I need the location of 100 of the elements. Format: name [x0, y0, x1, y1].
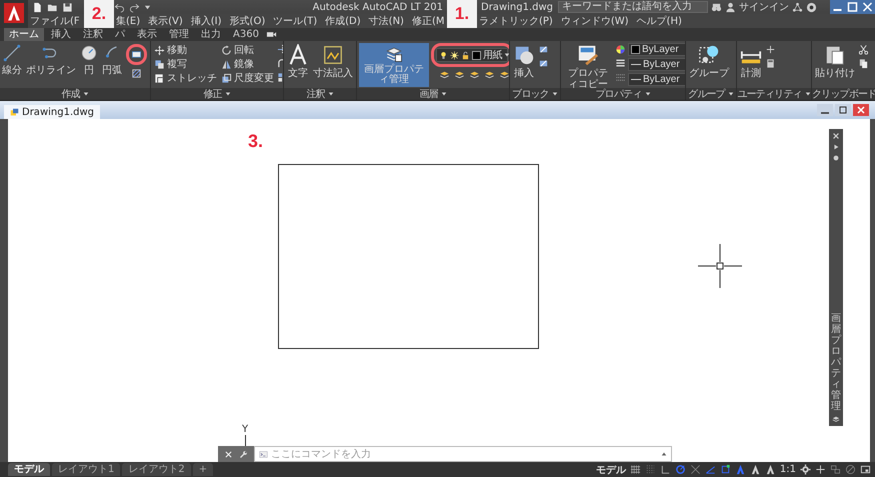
document-tab[interactable]: Drawing1.dwg — [4, 105, 100, 119]
measure-button[interactable]: 計測 — [739, 43, 763, 80]
plus-icon[interactable] — [815, 464, 826, 475]
tool-button[interactable]: 文字 — [286, 43, 310, 80]
lineweight-icon[interactable] — [615, 58, 626, 69]
tool-button[interactable]: ストレッチ — [153, 71, 218, 85]
restore-icon[interactable] — [845, 1, 860, 13]
caret-icon[interactable] — [440, 91, 447, 97]
menu-item[interactable]: 修正(M — [410, 14, 446, 28]
tool-button[interactable]: 円弧 — [102, 43, 122, 77]
tool-button[interactable]: 鏡像 — [220, 57, 275, 71]
caret-icon[interactable] — [644, 91, 650, 97]
video-icon[interactable] — [266, 29, 277, 40]
fullscreen-icon[interactable] — [860, 464, 871, 475]
layout-tab[interactable]: モデル — [8, 463, 50, 476]
restore-icon[interactable] — [835, 104, 851, 116]
grid-icon[interactable] — [630, 464, 641, 475]
block-icon[interactable] — [538, 58, 549, 69]
tool-button[interactable]: 複写 — [153, 57, 218, 71]
ribbon-tab[interactable]: ホーム — [4, 28, 44, 41]
group-button[interactable]: グループ — [688, 43, 730, 80]
tool-button[interactable]: 寸法記入 — [312, 43, 354, 80]
layer-tool-icon[interactable] — [499, 69, 509, 80]
menu-item[interactable]: 形式(O) — [228, 14, 268, 28]
help-icon[interactable] — [806, 2, 817, 12]
property-dropdown[interactable]: ByLayer — [628, 43, 685, 56]
wrench-icon[interactable] — [239, 450, 248, 458]
ribbon-tab[interactable]: 表示 — [132, 28, 162, 41]
insert-button[interactable]: 挿入 — [512, 43, 536, 80]
ribbon-tab[interactable]: 挿入 — [46, 28, 76, 41]
layer-tool-icon[interactable] — [484, 69, 495, 80]
tool-button[interactable]: 回転 — [220, 43, 275, 57]
tool-button[interactable]: 円 — [80, 43, 98, 77]
menu-item[interactable]: ツール(T) — [271, 14, 320, 28]
block-icon[interactable] — [538, 44, 549, 55]
command-input[interactable]: ここにコマンドを入力 — [271, 448, 658, 460]
layer-dropdown[interactable]: 用紙 — [436, 48, 508, 62]
scissors-icon[interactable] — [858, 44, 869, 55]
menu-item[interactable]: ヘルプ(H) — [634, 14, 684, 28]
menu-item[interactable]: 表示(V) — [146, 14, 185, 28]
menu-item[interactable]: ラメトリック(P) — [477, 14, 555, 28]
annotation-scale[interactable]: 1:1 — [780, 464, 796, 475]
caret-icon[interactable] — [144, 4, 151, 10]
close-icon[interactable] — [860, 1, 875, 13]
property-dropdown[interactable]: ByLayer — [628, 73, 685, 86]
network-icon[interactable] — [792, 2, 803, 12]
caret-icon[interactable] — [82, 91, 89, 97]
tool-button[interactable]: ポリライン — [26, 43, 76, 77]
ribbon-tab[interactable]: A360 — [228, 28, 264, 41]
user-icon[interactable] — [725, 2, 736, 12]
add-layout-tab[interactable]: + — [192, 463, 214, 476]
tool-button[interactable]: 尺度変更 — [220, 71, 275, 85]
caret-icon[interactable] — [224, 91, 231, 97]
layout-tab[interactable]: レイアウト2 — [122, 463, 191, 476]
hatch-icon[interactable] — [131, 68, 142, 79]
ribbon-tab[interactable]: 注釈 — [78, 28, 108, 41]
panel-title[interactable]: 修正 — [203, 87, 222, 101]
palette-bar[interactable]: 画層プロパティ管理 — [829, 129, 843, 426]
command-line-field[interactable]: ここにコマンドを入力 — [254, 446, 672, 462]
panel-title[interactable]: クリップボード — [812, 87, 875, 101]
gear-icon[interactable] — [832, 154, 840, 162]
tool-button[interactable]: 移動 — [153, 43, 218, 57]
point-icon[interactable] — [765, 44, 776, 55]
ribbon-tab[interactable]: 出力 — [196, 28, 226, 41]
model-space-toggle[interactable]: モデル — [596, 462, 626, 476]
color-wheel-icon[interactable] — [615, 44, 626, 55]
caret-icon[interactable] — [728, 91, 734, 97]
menu-item[interactable]: ウィンドウ(W) — [558, 14, 631, 28]
layer-tool-icon[interactable] — [454, 69, 465, 80]
caret-icon[interactable] — [661, 451, 667, 457]
caret-icon[interactable] — [552, 91, 558, 97]
property-dropdown[interactable]: ByLayer — [628, 58, 685, 71]
menu-item[interactable]: 集(E) — [114, 14, 142, 28]
menu-item[interactable]: ファイル(F — [28, 14, 82, 28]
layer-tool-icon[interactable] — [469, 69, 480, 80]
redo-icon[interactable] — [129, 2, 140, 12]
close-icon[interactable] — [853, 104, 869, 116]
panel-title[interactable]: 作成 — [61, 87, 80, 101]
pin-icon[interactable] — [832, 143, 840, 151]
drawing-canvas[interactable]: 3. 画層プロパティ管理 Y ここにコマンドを入力 — [8, 119, 870, 462]
rectangle-icon[interactable] — [131, 49, 142, 60]
menu-item[interactable]: 作成(D) — [323, 14, 363, 28]
settings-icon[interactable] — [800, 464, 811, 475]
layout-tab[interactable]: レイアウト1 — [52, 463, 120, 476]
undo-icon[interactable] — [114, 2, 125, 12]
layer-tool-icon[interactable] — [439, 69, 450, 80]
panel-title[interactable]: 画層 — [419, 87, 438, 101]
ribbon-tab[interactable]: パ — [110, 28, 130, 41]
caret-icon[interactable] — [328, 91, 334, 97]
menu-item[interactable]: 挿入(I) — [188, 14, 224, 28]
binoculars-icon[interactable] — [711, 2, 722, 12]
calculator-icon[interactable] — [765, 58, 776, 69]
application-menu-button[interactable] — [0, 0, 28, 28]
search-field[interactable]: キーワードまたは語句を入力 — [558, 1, 708, 13]
save-icon[interactable] — [62, 2, 73, 12]
caret-icon[interactable] — [804, 91, 811, 97]
ribbon-tab[interactable]: 管理 — [164, 28, 194, 41]
paste-button[interactable]: 貼り付け — [814, 43, 856, 80]
menu-item[interactable]: 寸法(N) — [366, 14, 406, 28]
close-icon[interactable] — [832, 132, 840, 140]
